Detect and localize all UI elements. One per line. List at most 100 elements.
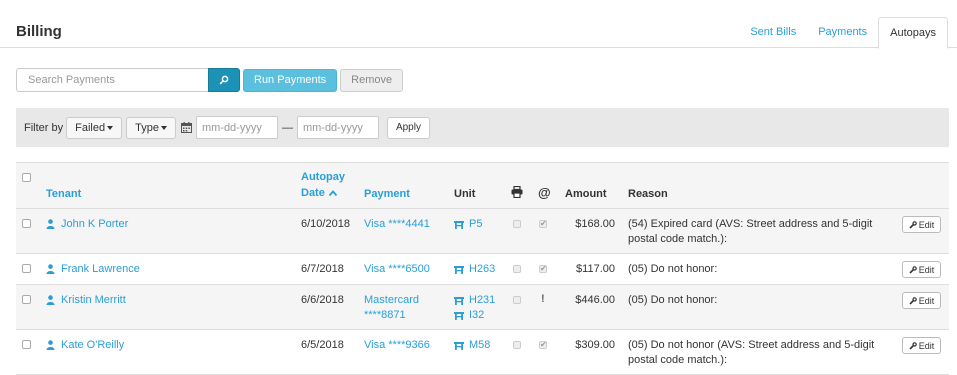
type-filter-value: Type <box>135 121 159 134</box>
filter-bar: Filter by Failed Type — Apply <box>16 108 949 147</box>
column-amount: Amount <box>565 188 607 200</box>
date-range-separator: — <box>281 121 293 134</box>
tenant-link[interactable]: Frank Lawrence <box>61 262 140 277</box>
reason-line-1: (54) Expired card (AVS: Street address a… <box>628 218 873 230</box>
person-icon <box>46 264 55 274</box>
row-checkbox[interactable] <box>22 219 31 228</box>
email-failed-indicator: ! <box>541 293 545 305</box>
column-autopay-date-sort[interactable]: Date <box>301 187 338 199</box>
column-autopay-date-label: Date <box>301 187 325 199</box>
person-icon <box>46 340 55 350</box>
amount: $168.00 <box>575 218 615 230</box>
unit-icon <box>454 297 464 305</box>
unit-icon <box>454 342 464 350</box>
search-icon <box>219 75 229 85</box>
edit-label: Edit <box>918 219 935 230</box>
date-to-input[interactable] <box>296 116 379 139</box>
autopay-date: 6/5/2018 <box>301 339 344 351</box>
person-icon <box>46 219 55 229</box>
check-icon: ✔ <box>540 219 547 228</box>
column-autopay-date[interactable]: Autopay <box>301 171 345 183</box>
page-header: Billing Sent Bills Payments Autopays <box>0 0 957 49</box>
amount: $117.00 <box>576 263 615 275</box>
printer-icon <box>511 185 523 201</box>
row-checkbox[interactable] <box>22 295 31 304</box>
table-header: Tenant Autopay Date Payment Unit @ Amoun… <box>16 163 949 209</box>
print-checkbox <box>513 265 521 273</box>
date-from-input[interactable] <box>195 116 278 139</box>
edit-label: Edit <box>918 340 935 351</box>
wrench-icon <box>909 265 917 274</box>
payment-method-link[interactable]: Visa ****4441 <box>364 217 430 232</box>
amount: $446.00 <box>575 294 615 306</box>
column-payment[interactable]: Payment <box>364 188 410 200</box>
unit-link[interactable]: H231 <box>469 293 495 308</box>
unit-icon <box>454 221 464 229</box>
check-icon: ✔ <box>540 264 547 273</box>
edit-button[interactable]: Edit <box>902 261 941 278</box>
unit-link[interactable]: M58 <box>469 338 490 353</box>
table-row: Kristin Merritt 6/6/2018 Mastercard ****… <box>16 285 949 330</box>
print-checkbox <box>513 220 521 228</box>
row-checkbox[interactable] <box>22 340 31 349</box>
edit-label: Edit <box>918 264 935 275</box>
row-checkbox[interactable] <box>22 264 31 273</box>
sort-ascending-icon <box>328 190 338 197</box>
status-filter-dropdown[interactable]: Failed <box>66 116 123 139</box>
filter-label: Filter by <box>24 121 64 134</box>
reason-line-2: postal code match.): <box>628 233 728 245</box>
tab-payments[interactable]: Payments <box>807 17 878 49</box>
autopays-table: Tenant Autopay Date Payment Unit @ Amoun… <box>16 162 949 375</box>
autopay-date: 6/7/2018 <box>301 263 344 275</box>
unit-link[interactable]: I32 <box>469 308 484 323</box>
print-checkbox <box>513 341 521 349</box>
reason-line-1: (05) Do not honor (AVS: Street address a… <box>628 339 875 351</box>
caret-down-icon <box>160 125 167 130</box>
unit-link[interactable]: H263 <box>469 262 495 277</box>
edit-button[interactable]: Edit <box>902 216 941 233</box>
payment-method-link[interactable]: Visa ****6500 <box>364 262 430 277</box>
unit-icon <box>454 312 464 320</box>
type-filter-dropdown[interactable]: Type <box>126 116 176 139</box>
search-button[interactable] <box>208 68 240 92</box>
page-title: Billing <box>16 23 62 40</box>
payment-method-link-line-2[interactable]: ****8871 <box>364 308 406 323</box>
table-row: John K Porter 6/10/2018 Visa ****4441 P5… <box>16 209 949 254</box>
payment-method-link[interactable]: Mastercard <box>364 293 419 308</box>
unit-icon <box>454 266 464 274</box>
unit-link[interactable]: P5 <box>469 217 482 232</box>
table-row: Kate O'Reilly 6/5/2018 Visa ****9366 M58… <box>16 330 949 375</box>
edit-button[interactable]: Edit <box>902 292 941 309</box>
select-all-checkbox[interactable] <box>22 173 31 182</box>
edit-button[interactable]: Edit <box>902 337 941 354</box>
autopay-date: 6/6/2018 <box>301 294 344 306</box>
amount: $309.00 <box>575 339 615 351</box>
tenant-link[interactable]: Kate O'Reilly <box>61 338 124 353</box>
column-tenant[interactable]: Tenant <box>46 188 81 200</box>
status-filter-value: Failed <box>75 121 106 134</box>
tenant-link[interactable]: Kristin Merritt <box>61 293 126 308</box>
tab-sent-bills[interactable]: Sent Bills <box>739 17 807 49</box>
tab-autopays[interactable]: Autopays <box>878 17 948 49</box>
check-icon: ✔ <box>540 340 547 349</box>
search-input[interactable] <box>16 68 208 92</box>
column-unit: Unit <box>454 188 476 200</box>
payment-method-link[interactable]: Visa ****9366 <box>364 338 430 353</box>
reason-line-1: (05) Do not honor: <box>628 294 718 306</box>
tenant-link[interactable]: John K Porter <box>61 217 128 232</box>
apply-button[interactable]: Apply <box>386 116 430 139</box>
toolbar: Run Payments Remove <box>16 68 404 92</box>
caret-down-icon <box>107 125 114 130</box>
column-reason: Reason <box>628 188 668 200</box>
reason-line-2: postal code match.): <box>628 354 728 366</box>
wrench-icon <box>909 341 917 350</box>
tab-bar: Sent Bills Payments Autopays <box>739 17 948 49</box>
run-payments-button[interactable]: Run Payments <box>243 68 338 92</box>
wrench-icon <box>909 296 917 305</box>
calendar-icon <box>180 122 192 133</box>
remove-button[interactable]: Remove <box>340 68 404 92</box>
wrench-icon <box>909 220 917 229</box>
edit-label: Edit <box>918 295 935 306</box>
table-row: Frank Lawrence 6/7/2018 Visa ****6500 H2… <box>16 254 949 285</box>
email-column-icon: @ <box>538 185 551 200</box>
